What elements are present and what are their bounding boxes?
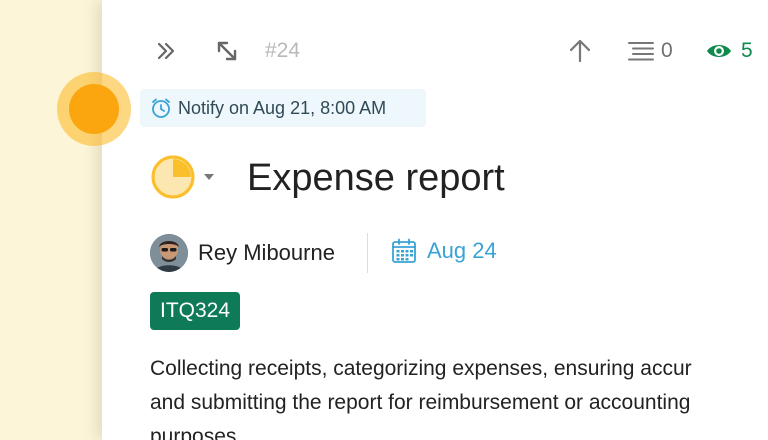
arrow-up-icon (569, 39, 591, 63)
diagonal-arrows-icon (217, 41, 237, 61)
move-up-button[interactable] (567, 38, 593, 64)
divider (367, 233, 368, 273)
reminder-text: Notify on Aug 21, 8:00 AM (178, 97, 387, 118)
tag-badge[interactable]: ITQ324 (150, 292, 241, 330)
description-line: Collecting receipts, categorizing expens… (150, 357, 692, 380)
due-date[interactable]: Aug 24 (391, 238, 497, 264)
list-lines-icon (628, 42, 654, 61)
expand-button[interactable] (154, 38, 180, 64)
cursor-highlight-dot (69, 84, 119, 134)
status-selector[interactable] (150, 154, 214, 200)
description-line: and submitting the report for reimbursem… (150, 391, 691, 414)
resize-button[interactable] (214, 38, 240, 64)
avatar (150, 234, 188, 272)
reminder-chip[interactable]: Notify on Aug 21, 8:00 AM (140, 89, 426, 127)
watchers-button[interactable]: 5 (705, 38, 753, 64)
subtasks-button[interactable]: 0 (627, 38, 673, 64)
background-strip (0, 0, 102, 440)
assignee[interactable]: Rey Mibourne (150, 234, 335, 272)
double-chevron-right-icon (157, 42, 175, 60)
pie-status-icon (151, 155, 195, 199)
chevron-down-icon (204, 174, 214, 180)
assignee-name: Rey Mibourne (198, 240, 335, 265)
task-title[interactable]: Expense report (247, 154, 505, 202)
alarm-clock-icon (152, 98, 170, 118)
task-id: #24 (265, 39, 301, 62)
calendar-icon (392, 238, 416, 263)
description-line: purposes. (150, 425, 243, 440)
task-description[interactable]: Collecting receipts, categorizing expens… (150, 352, 768, 440)
eye-icon (707, 45, 731, 57)
due-date-text: Aug 24 (427, 238, 497, 263)
watchers-count: 5 (741, 39, 753, 62)
subtasks-count: 0 (661, 39, 673, 62)
